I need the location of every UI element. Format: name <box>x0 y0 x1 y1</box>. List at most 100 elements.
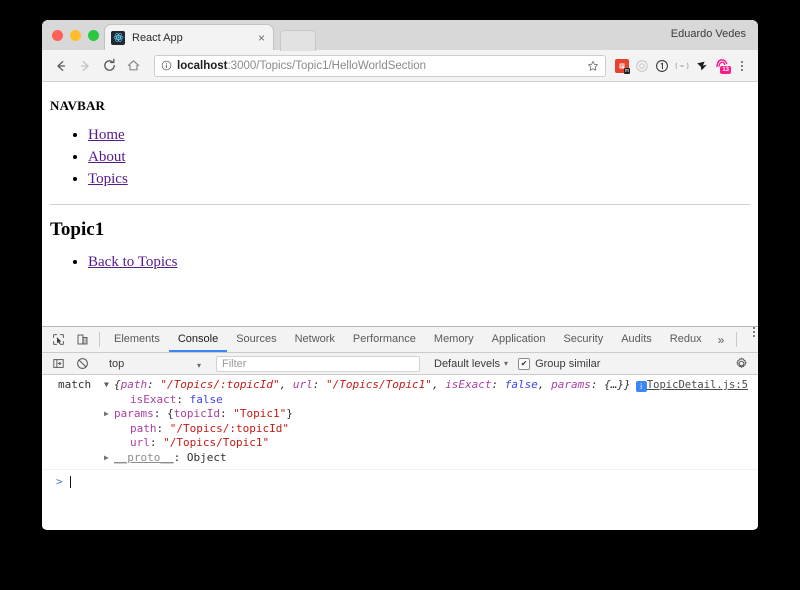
no-chevron-icon <box>120 422 130 437</box>
console-sidebar-icon[interactable] <box>46 357 70 370</box>
preview-sep: : <box>590 378 605 391</box>
preview-sep: : <box>312 378 326 391</box>
extension-pink-counter-icon[interactable]: 13 <box>712 55 732 77</box>
address-bar[interactable]: localhost:3000/Topics/Topic1/HelloWorldS… <box>154 54 606 77</box>
browser-window: React App × localhost:3000/Topics/Topic1… <box>42 20 758 530</box>
tab-elements[interactable]: Elements <box>105 327 169 352</box>
maximize-window-button[interactable] <box>88 30 99 41</box>
execution-context-select[interactable]: top ▾ <box>105 356 205 372</box>
tab-memory[interactable]: Memory <box>425 327 483 352</box>
browser-menu-button[interactable] <box>734 60 750 71</box>
nav-link-home[interactable]: Home <box>88 127 125 143</box>
object-preview-row[interactable]: ▼ {path: "/Topics/:topicId", url: "/Topic… <box>104 378 647 393</box>
new-tab-button[interactable] <box>280 30 316 51</box>
url-host: localhost <box>177 59 228 72</box>
log-levels-dropdown[interactable]: Default levels ▾ <box>434 358 508 370</box>
profile-name[interactable]: Eduardo Vedes <box>671 28 746 40</box>
clear-console-icon[interactable] <box>70 357 94 370</box>
filter-input[interactable]: Filter <box>216 355 420 372</box>
property-key: url <box>130 436 150 449</box>
preview-comma: , <box>537 378 552 391</box>
tab-console[interactable]: Console <box>168 327 228 352</box>
extension-equalizer-icon[interactable] <box>672 55 692 77</box>
property-sep: : <box>173 450 187 464</box>
inspect-element-icon[interactable] <box>46 327 70 352</box>
close-window-button[interactable] <box>52 30 63 41</box>
chevron-right-icon[interactable]: ▶ <box>104 451 114 466</box>
property-sep: : <box>156 421 170 435</box>
browser-tab[interactable]: React App × <box>104 24 274 50</box>
text-cursor <box>69 475 71 488</box>
nav-link-about[interactable]: About <box>88 149 126 165</box>
nav-link-topics[interactable]: Topics <box>88 171 128 187</box>
preview-value: "/Topics/:topicId" <box>160 378 280 391</box>
nav-link-list: Home About Topics <box>50 124 750 190</box>
preview-sep: : <box>147 378 161 391</box>
info-badge-icon[interactable]: i <box>635 381 647 392</box>
address-bar-url: localhost:3000/Topics/Topic1/HelloWorldS… <box>177 60 583 72</box>
forward-button[interactable] <box>74 55 96 77</box>
property-value: {topicId: "Topic1"} <box>167 407 293 420</box>
info-circle-icon[interactable] <box>161 60 172 71</box>
console-source-link[interactable]: TopicDetail.js:5 <box>647 379 748 391</box>
browser-tab-title: React App <box>132 31 183 44</box>
tab-network[interactable]: Network <box>286 327 344 352</box>
devtools-panel: Elements Console Sources Network Perform… <box>42 326 758 529</box>
toolbar-divider <box>99 332 100 347</box>
tab-security[interactable]: Security <box>554 327 612 352</box>
group-similar-toggle[interactable]: ✔ Group similar <box>518 357 601 370</box>
list-item: Back to Topics <box>88 251 750 273</box>
console-message-label: match <box>58 378 92 391</box>
page-content: NAVBAR Home About Topics Topic1 Back to … <box>42 82 758 326</box>
console-prompt[interactable]: > <box>42 470 758 488</box>
property-value: "/Topics/Topic1" <box>163 436 270 449</box>
tab-performance[interactable]: Performance <box>344 327 425 352</box>
console-message[interactable]: match TopicDetail.js:5 ▼ {path: "/Topics/… <box>42 375 758 470</box>
navbar-heading: NAVBAR <box>50 98 106 113</box>
object-proto-row[interactable]: ▶ __proto__: Object <box>104 451 638 466</box>
browser-toolbar: localhost:3000/Topics/Topic1/HelloWorldS… <box>42 50 758 82</box>
chevron-right-icon[interactable]: ▶ <box>104 407 114 422</box>
devtools-menu-button[interactable] <box>746 327 758 352</box>
tab-redux[interactable]: Redux <box>661 327 711 352</box>
chevron-down-icon: ▾ <box>504 359 509 368</box>
reload-button[interactable] <box>98 55 120 77</box>
group-similar-label: Group similar <box>535 357 601 370</box>
group-similar-checkbox[interactable]: ✔ <box>518 357 531 370</box>
chevron-down-icon[interactable]: ▼ <box>104 378 114 393</box>
minimize-window-button[interactable] <box>70 30 81 41</box>
extension-red-badge-icon[interactable]: m <box>612 55 632 77</box>
nav-link-back-to-topics[interactable]: Back to Topics <box>88 254 178 270</box>
devtools-tabbar: Elements Console Sources Network Perform… <box>42 327 758 353</box>
bookmark-star-icon[interactable] <box>587 59 599 72</box>
extension-gray-circle-icon[interactable] <box>632 55 652 77</box>
preview-key: path <box>120 378 148 391</box>
more-tabs-button[interactable]: » <box>711 327 732 352</box>
console-prompt-symbol: > <box>56 475 63 488</box>
topic-link-list: Back to Topics <box>50 251 750 273</box>
console-filter-bar: top ▾ Filter Default levels ▾ ✔ Group si… <box>42 353 758 375</box>
back-button[interactable] <box>50 55 72 77</box>
brace-open: { <box>114 378 121 391</box>
close-tab-button[interactable]: × <box>256 32 267 44</box>
property-key: params <box>114 407 154 420</box>
console-output[interactable]: match TopicDetail.js:5 ▼ {path: "/Topics/… <box>42 375 758 529</box>
tab-application[interactable]: Application <box>483 327 555 352</box>
content-divider <box>50 203 750 205</box>
brace-close: } <box>624 378 631 391</box>
object-property-row[interactable]: ▶ params: {topicId: "Topic1"} <box>104 407 638 422</box>
extension-circled-one-icon[interactable] <box>652 55 672 77</box>
execution-context-value: top <box>109 357 125 370</box>
home-button[interactable] <box>122 55 144 77</box>
log-levels-label: Default levels <box>434 357 501 370</box>
tab-audits[interactable]: Audits <box>612 327 661 352</box>
property-value: false <box>189 392 223 406</box>
tab-sources[interactable]: Sources <box>227 327 285 352</box>
extension-badge-count: 13 <box>720 66 731 74</box>
toolbar-divider-right <box>736 332 738 347</box>
device-toolbar-icon[interactable] <box>70 327 94 352</box>
property-value: Object <box>186 450 227 464</box>
url-path: :3000/Topics/Topic1/HelloWorldSection <box>227 59 427 72</box>
gear-icon[interactable] <box>735 357 754 370</box>
extension-black-bird-icon[interactable] <box>692 55 712 77</box>
